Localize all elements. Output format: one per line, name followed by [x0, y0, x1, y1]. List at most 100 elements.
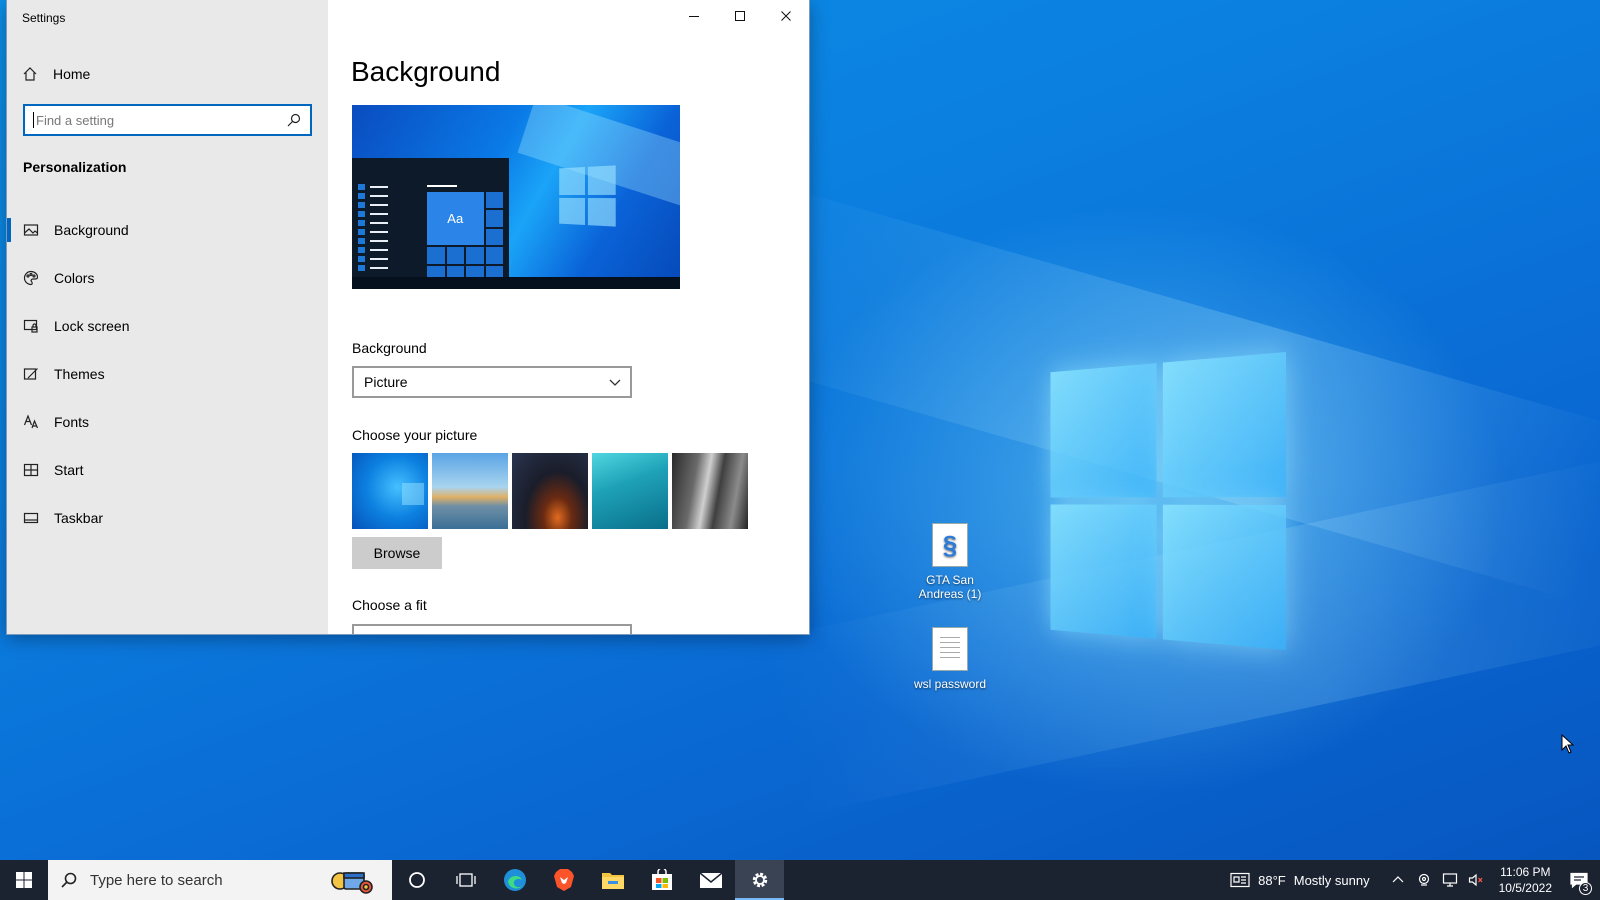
home-link[interactable]: Home [22, 62, 90, 86]
taskbar-icon [23, 510, 39, 526]
search-icon [61, 872, 77, 888]
start-menu-preview: Aa [352, 158, 509, 289]
sidebar-item-label: Background [54, 222, 129, 238]
section-title: Personalization [23, 159, 127, 175]
taskbar: Type here to search 88°F Mostly sunny 11… [0, 860, 1600, 900]
script-file-icon: § [932, 523, 968, 567]
preview-tile-text: Aa [427, 192, 484, 246]
choose-fit-dropdown[interactable] [352, 624, 632, 634]
settings-taskbar-button[interactable] [735, 860, 784, 900]
mail-icon [699, 872, 722, 888]
cortana-icon [408, 872, 425, 888]
weather-widget[interactable]: 88°F Mostly sunny [1225, 860, 1374, 900]
maximize-button[interactable] [717, 0, 763, 32]
picture-thumbnail-2[interactable] [432, 453, 508, 529]
file-explorer-button[interactable] [588, 860, 637, 900]
background-dropdown[interactable]: Picture [352, 366, 632, 398]
home-label: Home [53, 66, 91, 82]
browse-button[interactable]: Browse [352, 537, 442, 569]
volume-muted-icon [1468, 873, 1483, 887]
network-icon [1442, 873, 1457, 887]
meet-now-button[interactable] [1411, 860, 1437, 900]
webcam-icon [1418, 873, 1429, 886]
edge-button[interactable] [490, 860, 539, 900]
settings-window: Settings Home Personalization Background [7, 0, 809, 634]
taskbar-search[interactable]: Type here to search [48, 860, 392, 900]
close-button[interactable] [763, 0, 809, 32]
volume-button[interactable] [1463, 860, 1489, 900]
mouse-cursor-icon [1561, 734, 1575, 754]
chevron-down-icon [609, 379, 621, 386]
weather-highlight-icon [331, 872, 373, 894]
edge-icon [503, 869, 526, 891]
settings-icon [752, 872, 767, 888]
page-title: Background [351, 56, 501, 87]
minimize-icon [689, 16, 699, 17]
palette-icon [23, 270, 39, 286]
show-hidden-icons-button[interactable] [1385, 860, 1411, 900]
sidebar-item-label: Themes [54, 366, 105, 382]
file-explorer-icon [601, 873, 624, 889]
settings-sidebar: Settings Home Personalization Background [7, 0, 328, 634]
network-button[interactable] [1437, 860, 1463, 900]
desktop-icon-label: wsl password [913, 677, 987, 691]
cortana-button[interactable] [392, 860, 441, 900]
fonts-icon [23, 414, 39, 430]
background-dropdown-value: Picture [364, 374, 408, 390]
sidebar-item-lock-screen[interactable]: Lock screen [7, 302, 328, 350]
store-icon [651, 869, 672, 890]
sidebar-item-taskbar[interactable]: Taskbar [7, 494, 328, 542]
desktop-icon-label: GTA San Andreas (1) [918, 573, 982, 601]
taskbar-preview [352, 277, 680, 289]
sidebar-item-label: Fonts [54, 414, 90, 430]
sidebar-item-themes[interactable]: Themes [7, 350, 328, 398]
brave-button[interactable] [539, 860, 588, 900]
search-icon[interactable] [286, 112, 302, 128]
sidebar-item-label: Colors [54, 270, 95, 286]
window-controls [671, 0, 809, 32]
news-icon [1230, 872, 1250, 888]
desktop-icon-gta[interactable]: § GTA San Andreas (1) [908, 523, 992, 601]
windows-start-icon [16, 872, 32, 888]
picture-thumbnail-3[interactable] [512, 453, 588, 529]
start-icon [23, 462, 39, 478]
choose-picture-label: Choose your picture [352, 427, 478, 443]
clock-date: 10/5/2022 [1498, 881, 1552, 895]
picture-thumbnail-4[interactable] [592, 453, 668, 529]
mail-button[interactable] [686, 860, 735, 900]
personalization-nav: Background Colors Lock screen Themes Fon… [7, 206, 328, 542]
themes-icon [23, 366, 39, 382]
picture-thumbnail-5[interactable] [672, 453, 748, 529]
sidebar-item-label: Lock screen [54, 318, 130, 334]
task-view-button[interactable] [441, 860, 490, 900]
weather-condition: Mostly sunny [1293, 872, 1370, 888]
start-button[interactable] [0, 860, 48, 900]
clock[interactable]: 11:06 PM 10/5/2022 [1489, 864, 1562, 896]
store-button[interactable] [637, 860, 686, 900]
action-center-button[interactable]: 3 [1562, 860, 1600, 900]
taskbar-search-placeholder: Type here to search [90, 871, 223, 889]
sidebar-item-background[interactable]: Background [7, 206, 328, 254]
picture-thumbnails [352, 453, 748, 529]
close-icon [781, 11, 791, 21]
minimize-button[interactable] [671, 0, 717, 32]
clock-time: 11:06 PM [1500, 865, 1551, 879]
choose-fit-label: Choose a fit [352, 597, 427, 613]
sidebar-item-fonts[interactable]: Fonts [7, 398, 328, 446]
background-preview: Aa [352, 105, 680, 289]
find-setting-input[interactable] [36, 112, 286, 128]
sidebar-item-start[interactable]: Start [7, 446, 328, 494]
background-label: Background [352, 340, 427, 356]
notification-count-badge: 3 [1579, 882, 1592, 895]
sidebar-item-label: Start [54, 462, 84, 478]
task-view-icon [455, 873, 476, 887]
text-caret [33, 112, 34, 128]
desktop-icon-wsl-password[interactable]: wsl password [908, 627, 992, 691]
window-title: Settings [22, 11, 66, 25]
find-setting-search[interactable] [23, 104, 312, 136]
home-icon [22, 66, 38, 82]
picture-thumbnail-1[interactable] [352, 453, 428, 529]
sidebar-item-label: Taskbar [54, 510, 104, 526]
windows-logo-wallpaper [1050, 352, 1286, 650]
sidebar-item-colors[interactable]: Colors [7, 254, 328, 302]
